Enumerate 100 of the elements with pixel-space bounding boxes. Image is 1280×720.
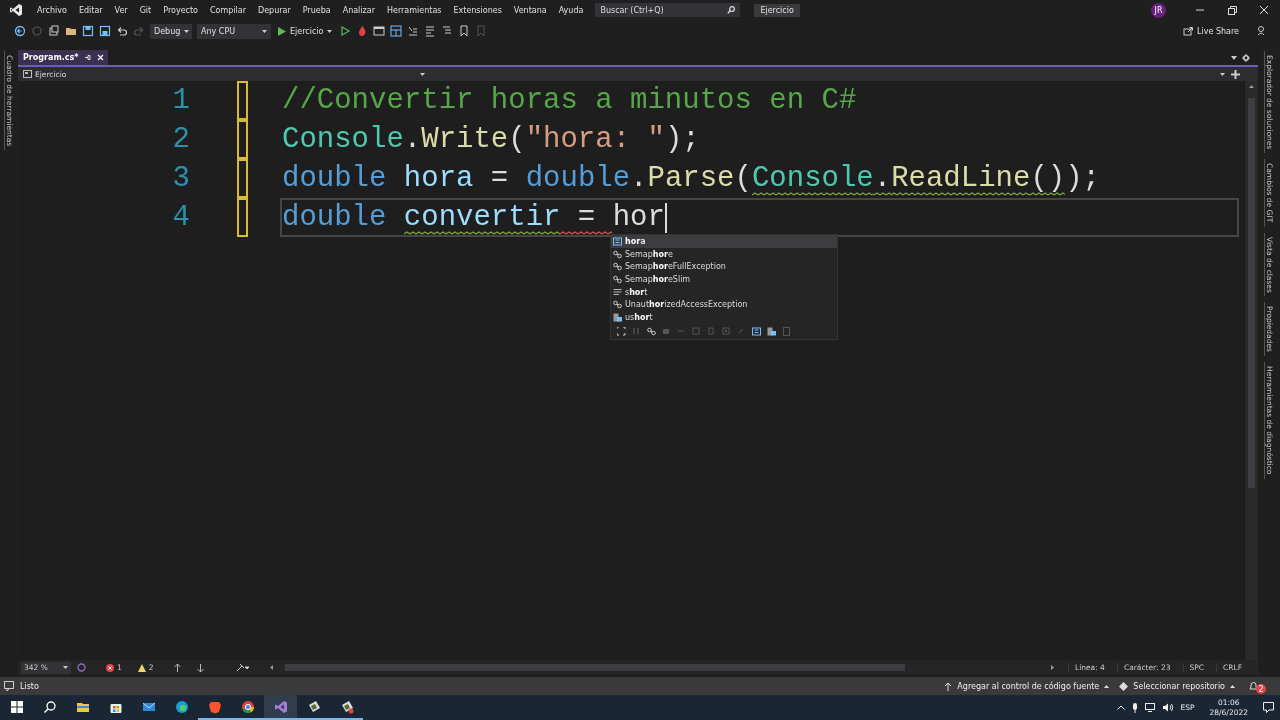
- scroll-right-icon[interactable]: [1051, 665, 1054, 670]
- caret-icon[interactable]: [420, 72, 425, 76]
- cleanup-brush-icon[interactable]: [235, 663, 250, 672]
- completion-item[interactable]: ushort: [611, 311, 837, 324]
- error-icon: [106, 663, 114, 672]
- menu-item[interactable]: Analizar: [336, 5, 381, 15]
- chevron-up-icon[interactable]: [1116, 705, 1125, 710]
- dropdown-icon[interactable]: [1231, 55, 1237, 60]
- save-all-icon[interactable]: [99, 25, 111, 37]
- health-icon[interactable]: [77, 663, 86, 672]
- picture-frame-icon: [306, 699, 321, 714]
- undo-icon[interactable]: [116, 25, 128, 37]
- class-symbol-icon: [613, 249, 622, 259]
- scroll-up-icon[interactable]: [1249, 85, 1254, 88]
- platform-dropdown[interactable]: Any CPU: [197, 23, 271, 39]
- save-icon[interactable]: [82, 25, 94, 37]
- menu-item[interactable]: Compilar: [204, 5, 252, 15]
- line-number: 3: [171, 161, 190, 197]
- caret-up-icon: [1104, 684, 1110, 688]
- caret-up-icon: [1230, 684, 1235, 688]
- start-button[interactable]: Ejercicio: [276, 23, 335, 39]
- caret-icon: [327, 29, 333, 33]
- menu-item[interactable]: Extensiones: [447, 5, 508, 15]
- scrollbar-thumb[interactable]: [1248, 98, 1255, 488]
- field-symbol-icon: [613, 236, 622, 246]
- visual-studio-icon: [273, 699, 288, 714]
- completion-item[interactable]: SemaphoreSlim: [611, 273, 837, 286]
- play-outline-icon[interactable]: [339, 25, 352, 37]
- completion-item[interactable]: short: [611, 285, 837, 299]
- chrome-browser-icon: [240, 699, 255, 714]
- notification-center-icon[interactable]: [1263, 702, 1274, 713]
- microphone-icon[interactable]: [1131, 702, 1138, 713]
- caret-icon[interactable]: [1220, 72, 1225, 76]
- pin-icon: [84, 54, 92, 61]
- menu-item[interactable]: Ver: [108, 5, 134, 15]
- completion-item[interactable]: SemaphoreFullException: [611, 260, 837, 274]
- live-share-button[interactable]: Live Share: [1183, 26, 1239, 36]
- solution-name: Ejercicio: [754, 3, 800, 17]
- scroll-left-icon[interactable]: [269, 665, 273, 670]
- completion-item[interactable]: hora: [611, 235, 837, 248]
- visual-studio-button[interactable]: [264, 695, 297, 720]
- menu-item[interactable]: Ventana: [507, 5, 553, 15]
- search-icon: [727, 6, 736, 14]
- comment-icon[interactable]: [441, 25, 454, 37]
- menu-item[interactable]: Editar: [72, 5, 109, 15]
- start-icon: [9, 699, 24, 714]
- message-icon: [4, 681, 14, 691]
- text-cursor: [664, 202, 667, 233]
- field-filter-icon[interactable]: [752, 326, 761, 336]
- struct-symbol-icon: [613, 312, 622, 322]
- edge-browser-icon: [174, 699, 189, 714]
- completion-item[interactable]: UnauthorizedAccessException: [611, 298, 837, 312]
- bell-icon: [1249, 681, 1258, 691]
- class-symbol-icon: [613, 300, 622, 310]
- document-tab[interactable]: Program.cs*: [18, 50, 109, 65]
- project-icon: [23, 70, 32, 78]
- keyword-symbol-icon: [613, 287, 622, 297]
- class-filter-icon[interactable]: [647, 326, 656, 336]
- new-item-icon[interactable]: [48, 25, 60, 37]
- menu-item[interactable]: Herramientas: [380, 5, 448, 15]
- menu-item[interactable]: Prueba: [296, 5, 337, 15]
- code-line: double convertir = hor: [282, 200, 665, 237]
- caret-icon: [184, 29, 190, 33]
- format-icon[interactable]: [424, 25, 437, 37]
- user-avatar[interactable]: JR: [1151, 2, 1166, 18]
- menu-item[interactable]: Depurar: [252, 5, 297, 15]
- window-icon[interactable]: [373, 25, 386, 37]
- fit-icon[interactable]: [617, 326, 626, 336]
- notifications-button[interactable]: 2: [1249, 678, 1266, 694]
- menu-item[interactable]: Git: [133, 5, 158, 15]
- caret-icon: [262, 29, 267, 33]
- arrow-up-icon: [944, 681, 953, 691]
- arrow-up-icon[interactable]: [173, 663, 181, 672]
- arrow-down-icon[interactable]: [196, 663, 204, 672]
- line-number: 4: [171, 200, 190, 236]
- settings-icon[interactable]: [1242, 53, 1250, 62]
- split-icon[interactable]: [1231, 69, 1240, 79]
- folder-icon[interactable]: [65, 25, 77, 37]
- play-icon: [278, 26, 286, 36]
- restore-icon: [1226, 5, 1238, 15]
- share-icon: [1183, 26, 1194, 36]
- configuration-dropdown[interactable]: Debug: [150, 23, 192, 39]
- menu-item[interactable]: Archivo: [31, 5, 73, 15]
- back-icon[interactable]: [14, 25, 26, 37]
- code-line: double hora = double.Parse(Console.ReadLine());: [282, 161, 1100, 198]
- completion-item[interactable]: Semaphore: [611, 247, 837, 261]
- struct-symbol-filter-icon[interactable]: [767, 326, 776, 336]
- picture-frame-icon: [339, 699, 354, 714]
- close-icon: [1258, 5, 1270, 15]
- horizontal-scrollbar-thumb[interactable]: [284, 664, 905, 671]
- source-control-button[interactable]: Agregar al control de código fuente: [944, 681, 1110, 691]
- visual-studio-logo: [9, 3, 23, 17]
- step-icon[interactable]: [407, 25, 420, 37]
- menu-item[interactable]: Proyecto: [157, 5, 204, 15]
- menu-item[interactable]: Ayuda: [552, 5, 590, 15]
- layout-icon[interactable]: [390, 25, 403, 37]
- bookmark-icon[interactable]: [458, 25, 471, 37]
- network-icon[interactable]: [1144, 703, 1156, 712]
- speaker-icon[interactable]: [1162, 703, 1174, 712]
- repository-button[interactable]: Seleccionar repositorio: [1119, 681, 1235, 691]
